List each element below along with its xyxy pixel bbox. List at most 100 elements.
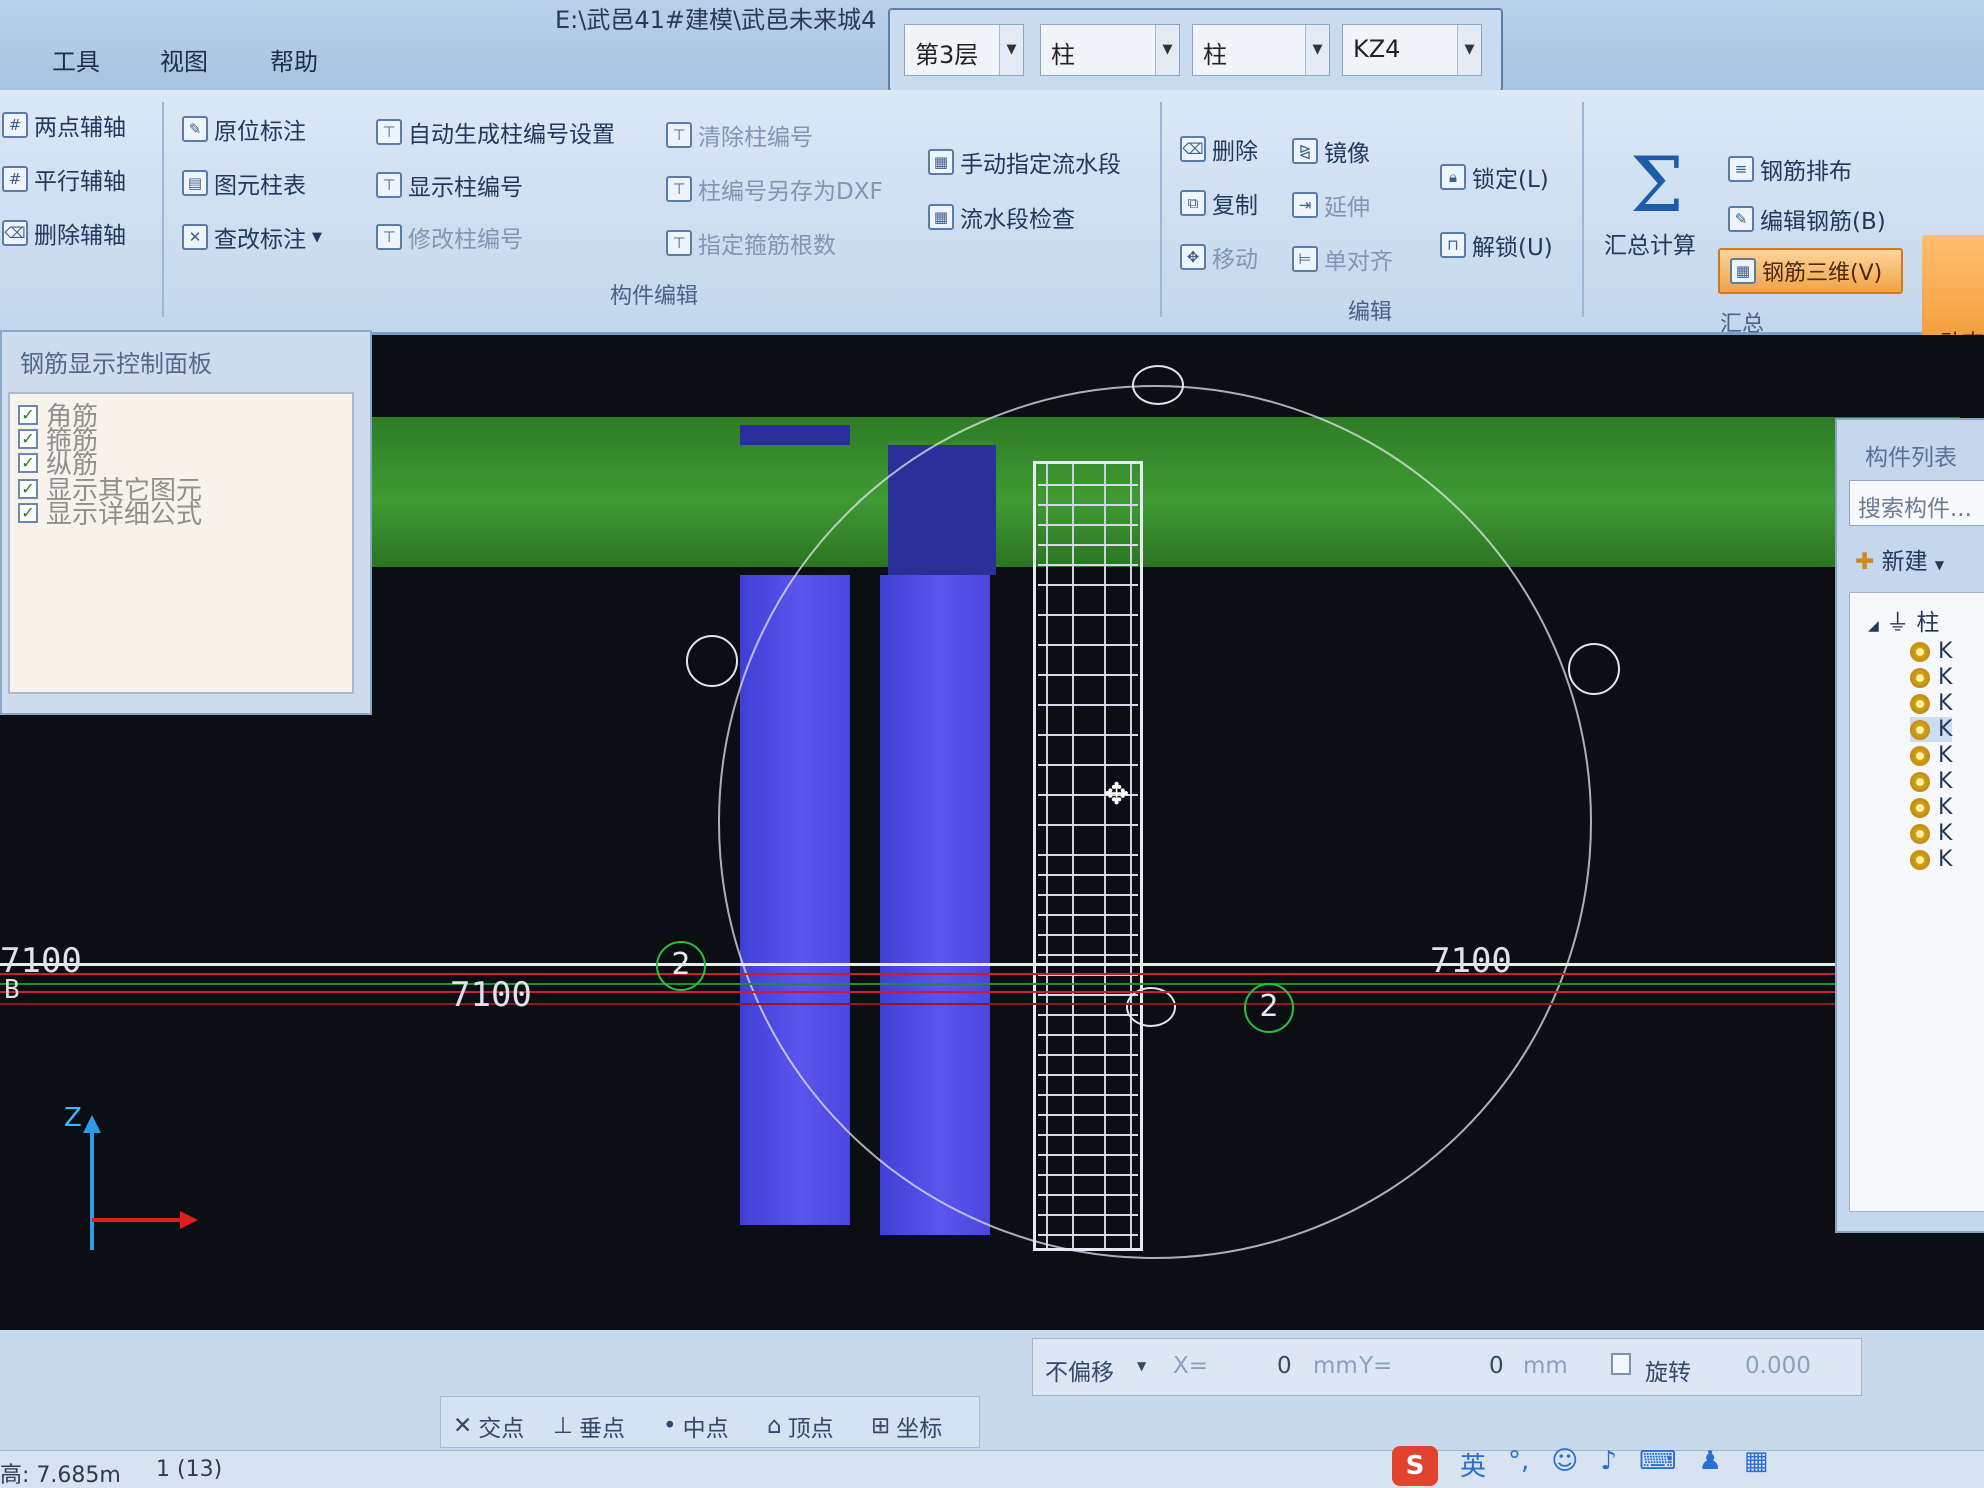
- tree-item[interactable]: K: [1910, 691, 1952, 716]
- tree-item-label: K: [1938, 639, 1953, 664]
- snap-label: 中点: [682, 1416, 729, 1442]
- snap-coordinate[interactable]: ⊞ 坐标: [871, 1409, 942, 1443]
- component-icon: [1910, 823, 1930, 844]
- snap-vertex[interactable]: ⌂ 顶点: [767, 1409, 834, 1443]
- orbit-handle-left[interactable]: [686, 635, 738, 687]
- sum-calc-label: 汇总计算: [1604, 233, 1696, 259]
- parallel-axis-label: 平行辅轴: [34, 169, 126, 195]
- unlock-button[interactable]: ⊓ 解锁(U): [1440, 228, 1553, 262]
- extend-icon: ⇥: [1292, 192, 1318, 218]
- export-dxf-button[interactable]: ⊤ 柱编号另存为DXF: [666, 172, 883, 206]
- orbit-handle-top[interactable]: [1132, 365, 1184, 405]
- apps-icon[interactable]: ▦: [1744, 1446, 1769, 1486]
- grid-line: [0, 991, 1984, 993]
- delete-button[interactable]: ⌫ 删除: [1180, 132, 1258, 166]
- checkbox-checked-icon[interactable]: ✓: [18, 502, 38, 523]
- manual-flow-button[interactable]: ▦ 手动指定流水段: [928, 145, 1121, 179]
- flow-check-button[interactable]: ▦ 流水段检查: [928, 200, 1075, 234]
- show-column-number-label: 显示柱编号: [408, 175, 523, 201]
- rotate-checkbox[interactable]: [1611, 1353, 1631, 1375]
- show-column-number-button[interactable]: ⊤ 显示柱编号: [376, 168, 523, 202]
- flow-icon: ▦: [928, 149, 954, 175]
- option-show-formula[interactable]: ✓ 显示详细公式: [18, 494, 202, 531]
- orbit-handle-bottom[interactable]: [1126, 987, 1176, 1027]
- component-icon: [1910, 745, 1930, 766]
- snap-label: 垂点: [579, 1416, 626, 1442]
- edit-column-number-button[interactable]: ⊤ 修改柱编号: [376, 220, 523, 254]
- snap-intersection[interactable]: ✕ 交点: [453, 1409, 524, 1443]
- coordinate-icon: ⊞: [871, 1413, 891, 1439]
- chevron-down-icon: ▼: [1457, 25, 1481, 75]
- tree-item[interactable]: K: [1910, 847, 1952, 872]
- tree-item-label: K: [1938, 691, 1953, 716]
- clear-column-number-label: 清除柱编号: [698, 125, 813, 151]
- tree-root-column[interactable]: ◢ ⏚ 柱: [1868, 603, 1939, 637]
- parallel-axis-button[interactable]: # 平行辅轴: [2, 162, 126, 196]
- tree-root-label: 柱: [1916, 610, 1940, 636]
- check-mark-button[interactable]: ✕ 查改标注 ▼: [182, 220, 322, 254]
- auto-number-settings-button[interactable]: ⊤ 自动生成柱编号设置: [376, 115, 615, 149]
- copy-button[interactable]: ⧉ 复制: [1180, 186, 1258, 220]
- ime-logo[interactable]: S: [1392, 1446, 1438, 1486]
- menu-help[interactable]: 帮助: [270, 42, 318, 77]
- in-place-mark-button[interactable]: ✎ 原位标注: [182, 112, 306, 146]
- tree-item[interactable]: K: [1910, 769, 1952, 794]
- floor-select[interactable]: 第3层 ▼: [904, 24, 1024, 76]
- sum-calc-button[interactable]: 汇总计算: [1604, 226, 1696, 260]
- clear-column-number-button[interactable]: ⊤ 清除柱编号: [666, 118, 813, 152]
- column-number-icon: ⊤: [376, 224, 402, 250]
- column-table-button[interactable]: ▤ 图元柱表: [182, 166, 306, 200]
- snap-midpoint[interactable]: • 中点: [663, 1409, 729, 1443]
- emoji-icon[interactable]: ☺: [1551, 1446, 1578, 1486]
- rebar-3d-button[interactable]: ▦ 钢筋三维(V): [1718, 248, 1903, 294]
- check-mark-label: 查改标注: [214, 227, 306, 253]
- collapse-icon: ◢: [1868, 618, 1879, 634]
- intersection-icon: ✕: [453, 1413, 473, 1439]
- type-select[interactable]: 柱 ▼: [1192, 24, 1330, 76]
- tree-item-label: K: [1938, 769, 1953, 794]
- floor-select-value: 第3层: [915, 41, 979, 69]
- tree-item[interactable]: K: [1910, 795, 1952, 820]
- tree-item-label: K: [1938, 821, 1953, 846]
- two-point-axis-button[interactable]: # 两点辅轴: [2, 108, 126, 142]
- stirrup-count-button[interactable]: ⊤ 指定箍筋根数: [666, 226, 836, 260]
- move-button[interactable]: ✥ 移动: [1180, 240, 1258, 274]
- align-button[interactable]: ⊨ 单对齐: [1292, 242, 1393, 276]
- new-component-button[interactable]: ✚ 新建 ▼: [1855, 542, 1944, 576]
- column-number-icon: ⊤: [666, 122, 692, 148]
- tree-item[interactable]: K: [1910, 743, 1952, 768]
- snap-perpendicular[interactable]: ⊥ 垂点: [553, 1409, 625, 1443]
- x-offset-input[interactable]: 0: [1277, 1353, 1292, 1379]
- y-offset-input[interactable]: 0: [1489, 1353, 1504, 1379]
- mirror-button[interactable]: ⧎ 镜像: [1292, 134, 1370, 168]
- microphone-icon[interactable]: ♪: [1600, 1446, 1617, 1486]
- tree-item-selected[interactable]: K: [1910, 717, 1953, 742]
- rebar-layout-button[interactable]: ≡ 钢筋排布: [1728, 152, 1852, 186]
- extend-label: 延伸: [1324, 195, 1370, 221]
- menu-view[interactable]: 视图: [160, 42, 208, 77]
- mirror-icon: ⧎: [1292, 138, 1318, 164]
- menu-tools[interactable]: 工具: [52, 42, 100, 77]
- category-select[interactable]: 柱 ▼: [1040, 24, 1180, 76]
- offset-mode-select[interactable]: 不偏移: [1045, 1353, 1114, 1387]
- lock-button[interactable]: 🔒︎ 锁定(L): [1440, 160, 1549, 194]
- tree-item[interactable]: K: [1910, 821, 1952, 846]
- rebar-3d-icon: ▦: [1730, 258, 1756, 284]
- filter-icon: ⏚: [1886, 610, 1910, 636]
- component-select[interactable]: KZ4 ▼: [1342, 24, 1482, 76]
- extend-button[interactable]: ⇥ 延伸: [1292, 188, 1370, 222]
- rotate-angle-input[interactable]: 0.000: [1745, 1353, 1811, 1379]
- orbit-handle-right[interactable]: [1568, 643, 1620, 695]
- keyboard-icon[interactable]: ⌨: [1639, 1446, 1677, 1486]
- skin-icon[interactable]: ♟: [1699, 1446, 1722, 1486]
- component-search-input[interactable]: 搜索构件...: [1849, 480, 1984, 526]
- tree-item[interactable]: K: [1910, 665, 1952, 690]
- two-point-axis-label: 两点辅轴: [34, 115, 126, 141]
- perpendicular-icon: ⊥: [553, 1413, 574, 1439]
- unlock-icon: ⊓: [1440, 232, 1466, 258]
- punctuation-icon[interactable]: °,: [1508, 1446, 1529, 1486]
- tree-item[interactable]: K: [1910, 639, 1952, 664]
- edit-rebar-button[interactable]: ✎ 编辑钢筋(B): [1728, 202, 1886, 236]
- delete-axis-button[interactable]: ⌫ 删除辅轴: [2, 216, 126, 250]
- ime-language[interactable]: 英: [1460, 1446, 1486, 1486]
